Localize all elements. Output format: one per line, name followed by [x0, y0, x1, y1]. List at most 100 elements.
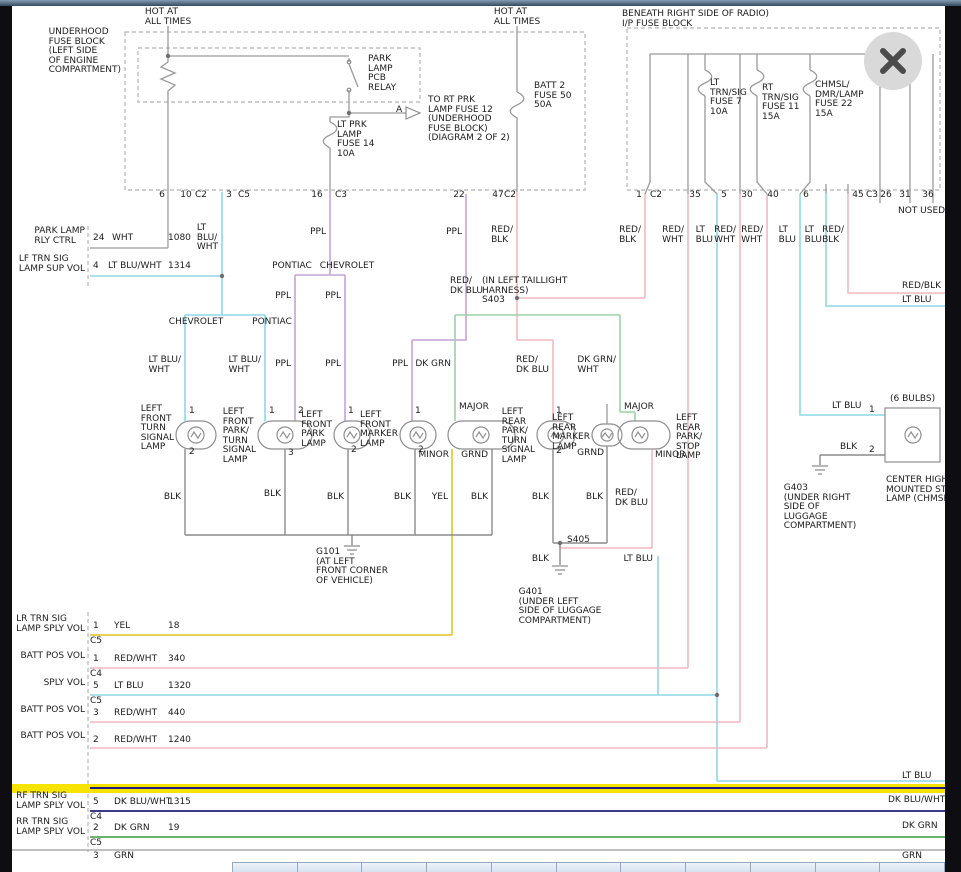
window-border-left — [0, 0, 12, 872]
diagram-label: LT BLU — [624, 555, 653, 565]
diagram-label: LT PRK LAMP FUSE 14 10A — [337, 121, 374, 159]
diagram-label: 26 — [880, 191, 891, 201]
diagram-label: RED/WHT — [114, 736, 157, 746]
diagram-label: 1080 — [168, 234, 191, 244]
diagram-label: 6 — [803, 191, 809, 201]
diagram-label: 40 — [767, 191, 778, 201]
diagram-label: C4 — [90, 813, 102, 823]
diagram-label: 3 — [93, 709, 99, 719]
diagram-label: DK BLU/WHT — [114, 798, 171, 808]
diagram-label: 4 — [93, 262, 99, 272]
diagram-label: 440 — [168, 709, 185, 719]
footer-tab[interactable] — [751, 863, 816, 872]
splice-dots — [166, 54, 719, 697]
diagram-label: 10 — [180, 191, 191, 201]
diagram-label: LT BLU — [805, 226, 822, 245]
diagram-label: 24 — [93, 234, 104, 244]
diagram-label: 16 — [311, 191, 322, 201]
diagram-label: C5 — [90, 637, 102, 647]
diagram-label: SPLY VOL — [44, 679, 85, 689]
diagram-label: 30 — [741, 191, 752, 201]
diagram-label: 6 — [159, 191, 165, 201]
diagram-label: 22 — [453, 191, 464, 201]
diagram-label: RED/ DK BLU — [615, 489, 648, 508]
diagram-label: 1 — [636, 191, 642, 201]
footer-tab[interactable] — [880, 863, 945, 872]
diagram-label: BLK — [840, 443, 857, 453]
yel-wires — [90, 449, 452, 635]
footer-tab[interactable] — [427, 863, 492, 872]
diagram-label: 3 — [288, 449, 294, 459]
diagram-label: 1315 — [168, 798, 191, 808]
diagram-label: 1 — [189, 407, 195, 417]
diagram-label: GRND — [461, 451, 488, 461]
footer-tab[interactable] — [362, 863, 427, 872]
diagram-label: BLK — [327, 493, 344, 503]
footer-tab[interactable] — [298, 863, 363, 872]
footer-tab[interactable] — [492, 863, 557, 872]
diagram-label: UNDERHOOD FUSE BLOCK (LEFT SIDE OF ENGIN… — [49, 28, 121, 76]
window-titlebar-edge — [0, 0, 961, 6]
diagram-label: PPL — [446, 228, 462, 238]
diagram-label: TO RT PRK LAMP FUSE 12 (UNDERHOOD FUSE B… — [428, 96, 510, 144]
diagram-label: C3 — [335, 191, 347, 201]
diagram-label: PPL — [275, 360, 291, 370]
diagram-label: DK GRN — [902, 822, 938, 832]
diagram-label: LT BLU/ WHT — [197, 224, 218, 253]
diagram-label: GRND — [577, 449, 604, 459]
diagram-label: (6 BULBS) — [890, 395, 935, 405]
close-button[interactable] — [864, 32, 922, 90]
diagram-label: BLK — [394, 493, 411, 503]
diagram-label: LT BLU/ WHT — [229, 356, 262, 375]
diagram-label: WHT — [112, 234, 133, 244]
diagram-label: LEFT FRONT MARKER LAMP — [360, 411, 398, 449]
diagram-label: G403 (UNDER RIGHT SIDE OF LUGGAGE COMPAR… — [784, 484, 856, 532]
diagram-label: C2 — [504, 191, 516, 201]
diagram-label: RED/WHT — [114, 655, 157, 665]
diagram-label: GRN — [114, 852, 134, 862]
diagram-label: BLK — [164, 493, 181, 503]
footer-tab[interactable] — [816, 863, 881, 872]
diagram-label: RT TRN/SIG FUSE 11 15A — [762, 84, 799, 122]
diagram-viewer: HOT AT ALL TIMESHOT AT ALL TIMESBENEATH … — [0, 0, 961, 872]
diagram-label: BLK — [471, 493, 488, 503]
diagram-label: LEFT REAR MARKER LAMP — [552, 414, 590, 452]
footer-tab[interactable] — [557, 863, 622, 872]
diagram-label: 2 — [93, 736, 99, 746]
diagram-label: LEFT FRONT PARK LAMP — [301, 411, 332, 449]
diagram-label: 1320 — [168, 682, 191, 692]
diagram-label: LT BLU — [902, 772, 931, 782]
diagram-label: C5 — [90, 697, 102, 707]
diagram-label: 5 — [721, 191, 727, 201]
footer-tab[interactable] — [233, 863, 298, 872]
diagram-label: 1 — [415, 407, 421, 417]
diagram-label: PPL — [275, 292, 291, 302]
diagram-label: LR TRN SIG LAMP SPLY VOL — [16, 615, 85, 634]
diagram-label: C5 — [238, 191, 250, 201]
diagram-label: 3 — [93, 852, 99, 862]
diagram-label: 1 — [348, 407, 354, 417]
diagram-label: LT BLU/ WHT — [149, 356, 182, 375]
diagram-label: 1240 — [168, 736, 191, 746]
diagram-label: RED/ DK BLU — [516, 356, 549, 375]
diagram-label: LT BLU — [832, 402, 861, 412]
diagram-label: RED/ WHT — [741, 226, 763, 245]
diagram-label: 1 — [269, 407, 275, 417]
diagram-label: RF TRN SIG LAMP SPLY VOL — [16, 792, 85, 811]
diagram-label: G401 (UNDER LEFT SIDE OF LUGGAGE COMPART… — [519, 588, 602, 626]
footer-tab[interactable] — [621, 863, 686, 872]
diagram-label: 3 — [226, 191, 232, 201]
diagram-label: RR TRN SIG LAMP SPLY VOL — [16, 818, 85, 837]
diagram-label: BLK — [586, 493, 603, 503]
diagram-label: RED/BLK — [902, 282, 941, 292]
diagram-label: PPL — [325, 292, 341, 302]
diagram-label: 340 — [168, 655, 185, 665]
diagram-label: LEFT FRONT PARK/ TURN SIGNAL LAMP — [223, 408, 256, 466]
diagram-label: MAJOR — [459, 403, 489, 413]
ground-g403-icon — [812, 466, 828, 474]
diagram-label: C5 — [90, 839, 102, 849]
ground-g401-icon — [552, 566, 568, 574]
window-border-right — [945, 0, 961, 872]
diagram-label: DK GRN — [415, 360, 451, 370]
footer-tab[interactable] — [686, 863, 751, 872]
